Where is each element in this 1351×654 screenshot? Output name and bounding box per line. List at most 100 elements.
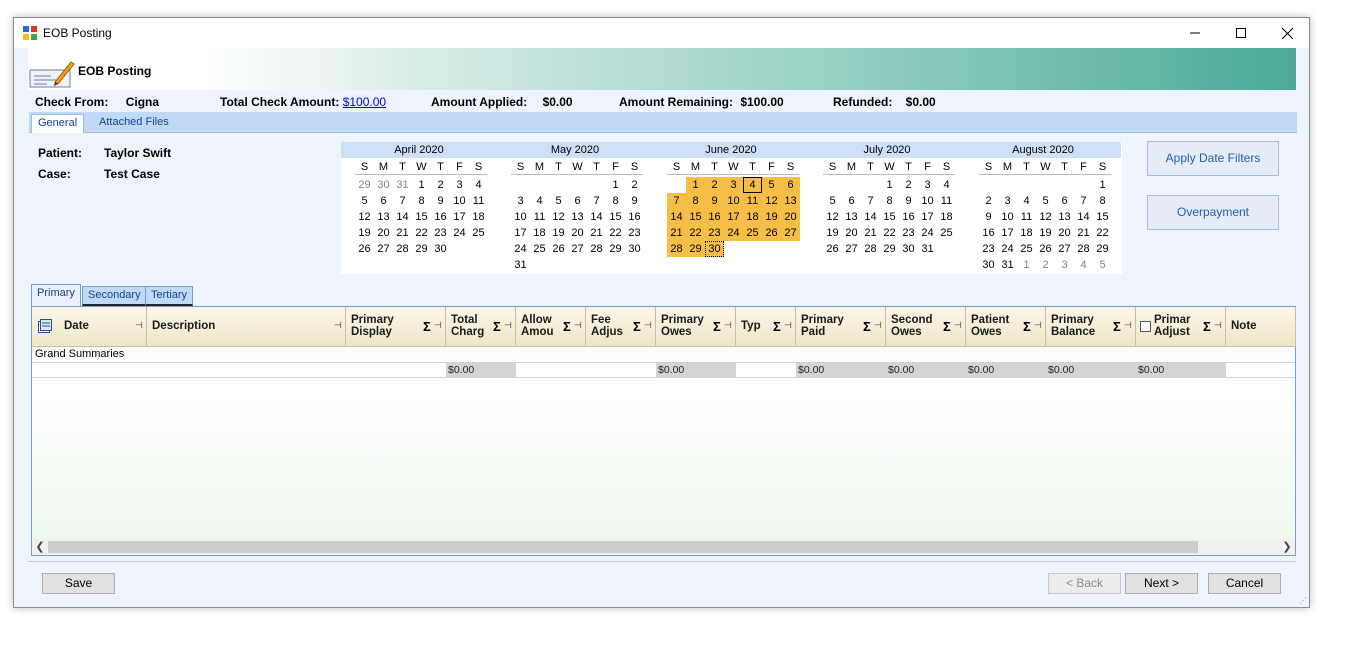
calendar-day[interactable]: 31 [511, 257, 530, 273]
calendar-day[interactable]: 14 [393, 209, 412, 225]
calendar-day[interactable]: 8 [1093, 193, 1112, 209]
calendar-day[interactable]: 11 [937, 193, 956, 209]
calendar-day[interactable]: 28 [393, 241, 412, 257]
column-header[interactable]: Patient Owes Σ ⊣ [966, 307, 1046, 347]
calendar-day[interactable]: 21 [667, 225, 686, 241]
horizontal-scrollbar[interactable]: ❮ ❯ [32, 539, 1295, 555]
calendar-day[interactable]: 5 [355, 193, 374, 209]
calendar-day[interactable]: 14 [861, 209, 880, 225]
tab-tertiary[interactable]: Tertiary [145, 286, 194, 306]
calendar-day[interactable]: 7 [667, 193, 686, 209]
pin-icon[interactable]: ⊣ [334, 320, 342, 331]
pin-icon[interactable]: ⊣ [874, 320, 882, 331]
calendar-day[interactable]: 2 [979, 193, 998, 209]
calendar-day[interactable]: 31 [918, 241, 937, 257]
calendar-day[interactable]: 23 [979, 241, 998, 257]
calendar-day[interactable]: 9 [705, 193, 724, 209]
calendar-day[interactable]: 3 [918, 177, 937, 193]
column-header[interactable]: Fee Adjus Σ ⊣ [586, 307, 656, 347]
calendar-day[interactable]: 6 [1055, 193, 1074, 209]
column-checkbox[interactable] [1140, 321, 1151, 332]
calendar-day[interactable]: 5 [1093, 257, 1112, 273]
calendar-day[interactable]: 10 [450, 193, 469, 209]
calendar-day[interactable]: 6 [374, 193, 393, 209]
calendar-day[interactable]: 4 [937, 177, 956, 193]
tab-secondary[interactable]: Secondary [82, 286, 147, 306]
calendar-day[interactable]: 13 [781, 193, 800, 209]
calendar-day[interactable]: 17 [918, 209, 937, 225]
calendar-day[interactable]: 10 [724, 193, 743, 209]
column-chooser-icon[interactable] [38, 319, 52, 333]
calendar-day[interactable]: 26 [762, 225, 781, 241]
minimize-button[interactable] [1172, 18, 1218, 48]
calendar-day[interactable]: 14 [587, 209, 606, 225]
calendar-day[interactable]: 28 [667, 241, 686, 257]
calendar-day[interactable]: 16 [899, 209, 918, 225]
calendar-day[interactable]: 27 [842, 241, 861, 257]
column-header[interactable]: Primary Owes Σ ⊣ [656, 307, 736, 347]
calendar-day[interactable]: 21 [393, 225, 412, 241]
calendar-day[interactable]: 29 [686, 241, 705, 257]
calendar-day[interactable]: 9 [431, 193, 450, 209]
calendar-day[interactable]: 6 [781, 177, 800, 193]
calendar-day[interactable]: 3 [450, 177, 469, 193]
calendar-day[interactable]: 22 [880, 225, 899, 241]
calendar-day[interactable]: 7 [587, 193, 606, 209]
column-header[interactable]: Second Owes Σ ⊣ [886, 307, 966, 347]
calendar-day[interactable]: 15 [412, 209, 431, 225]
calendar-day[interactable]: 6 [568, 193, 587, 209]
calendar-day[interactable]: 25 [743, 225, 762, 241]
calendar-day[interactable]: 10 [918, 193, 937, 209]
calendar-day[interactable]: 4 [469, 177, 488, 193]
calendar-day[interactable]: 23 [705, 225, 724, 241]
sum-icon[interactable]: Σ [943, 319, 951, 334]
calendar-day[interactable]: 7 [393, 193, 412, 209]
calendar-day[interactable]: 26 [823, 241, 842, 257]
calendar-day[interactable]: 1 [412, 177, 431, 193]
column-header[interactable]: Primar Adjust Σ ⊣ [1136, 307, 1226, 347]
calendar-day[interactable]: 25 [469, 225, 488, 241]
calendar-day[interactable]: 19 [1036, 225, 1055, 241]
pin-icon[interactable]: ⊣ [644, 320, 652, 331]
calendar-day[interactable]: 20 [374, 225, 393, 241]
calendar-day[interactable]: 21 [1074, 225, 1093, 241]
calendar-day[interactable]: 18 [743, 209, 762, 225]
calendar-day[interactable]: 13 [842, 209, 861, 225]
total-check-link[interactable]: $100.00 [343, 95, 386, 109]
calendar-day[interactable]: 16 [705, 209, 724, 225]
calendar-day[interactable]: 30 [979, 257, 998, 273]
eob-grid[interactable]: Date ⊣ Description ⊣ Primary Display Σ ⊣ Total … [31, 306, 1296, 556]
calendar-day[interactable]: 3 [724, 177, 743, 193]
sum-icon[interactable]: Σ [863, 319, 871, 334]
calendar-day[interactable]: 15 [686, 209, 705, 225]
calendar-day[interactable]: 13 [568, 209, 587, 225]
sum-icon[interactable]: Σ [773, 319, 781, 334]
calendar-day[interactable]: 28 [587, 241, 606, 257]
calendar-day[interactable]: 29 [355, 177, 374, 193]
calendar-day[interactable]: 30 [625, 241, 644, 257]
sum-icon[interactable]: Σ [713, 319, 721, 334]
calendar-day[interactable]: 14 [667, 209, 686, 225]
calendar-day[interactable]: 9 [979, 209, 998, 225]
calendar-day[interactable]: 12 [823, 209, 842, 225]
sum-icon[interactable]: Σ [1023, 319, 1031, 334]
pin-icon[interactable]: ⊣ [1124, 320, 1132, 331]
pin-icon[interactable]: ⊣ [574, 320, 582, 331]
calendar-day[interactable]: 29 [1093, 241, 1112, 257]
calendar-day[interactable]: 5 [762, 177, 781, 193]
calendar-day[interactable]: 30 [705, 241, 724, 257]
calendar-day[interactable]: 12 [1036, 209, 1055, 225]
calendar-day[interactable]: 14 [1074, 209, 1093, 225]
calendar-day[interactable]: 3 [1055, 257, 1074, 273]
calendar-day[interactable]: 24 [724, 225, 743, 241]
column-header[interactable]: Total Charg Σ ⊣ [446, 307, 516, 347]
calendar-day[interactable]: 17 [450, 209, 469, 225]
calendar-day[interactable]: 23 [899, 225, 918, 241]
column-header[interactable]: Typ Σ ⊣ [736, 307, 796, 347]
calendar-day[interactable]: 15 [606, 209, 625, 225]
calendar-day[interactable]: 9 [625, 193, 644, 209]
calendar-day[interactable]: 24 [450, 225, 469, 241]
calendar-day[interactable]: 22 [686, 225, 705, 241]
calendar-day[interactable]: 21 [861, 225, 880, 241]
calendar-day[interactable]: 10 [998, 209, 1017, 225]
